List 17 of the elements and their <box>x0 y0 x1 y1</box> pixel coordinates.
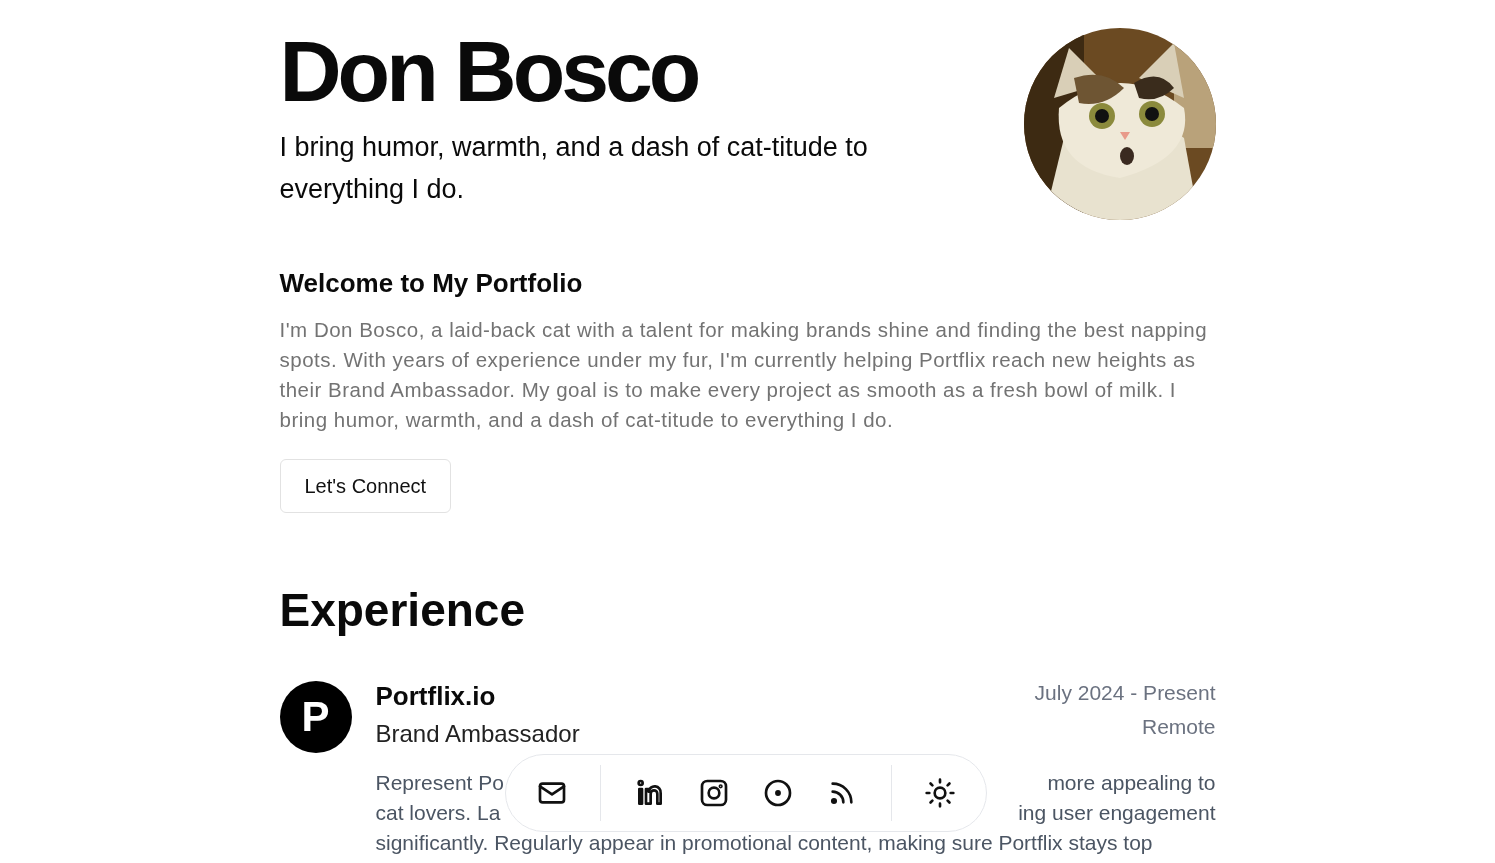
company-logo: P <box>279 681 352 753</box>
description-text: ing user engagement <box>1018 800 1216 826</box>
section-heading: Experience <box>279 583 526 637</box>
bio-paragraph: I'm Don Bosco, a laid-back cat with a talent for making brands shine and finding the best napping spots. With years of experience under my fur, I'm currently helping Portflix reach new heights as their Brand Ambassador. My goal is to make every project as smooth as a fresh bowl of milk. I bring humor, warmth, and a dash of cat-titude to everything I do. <box>279 317 1209 433</box>
theme-toggle-icon[interactable] <box>923 777 956 809</box>
description-text: more appealing to <box>1047 770 1216 796</box>
section-heading: Welcome to My Portfolio <box>279 268 584 299</box>
connect-button[interactable]: Let's Connect <box>279 459 452 513</box>
job-role: Brand Ambassador <box>375 720 580 748</box>
description-text: Represent Po <box>375 770 504 796</box>
company-name: Portflix.io <box>375 681 497 712</box>
description-text: cat lovers. La <box>375 800 501 826</box>
job-location: Remote <box>1141 715 1216 739</box>
job-dates: July 2024 - Present <box>1034 681 1216 705</box>
name-heading: Don Bosco <box>279 26 699 117</box>
tagline: I bring humor, warmth, and a dash of cat-titude to everything I do. <box>279 131 869 207</box>
description-text: significantly. Regularly appear in promotional content, making sure Portflix stays top <box>375 830 1153 856</box>
